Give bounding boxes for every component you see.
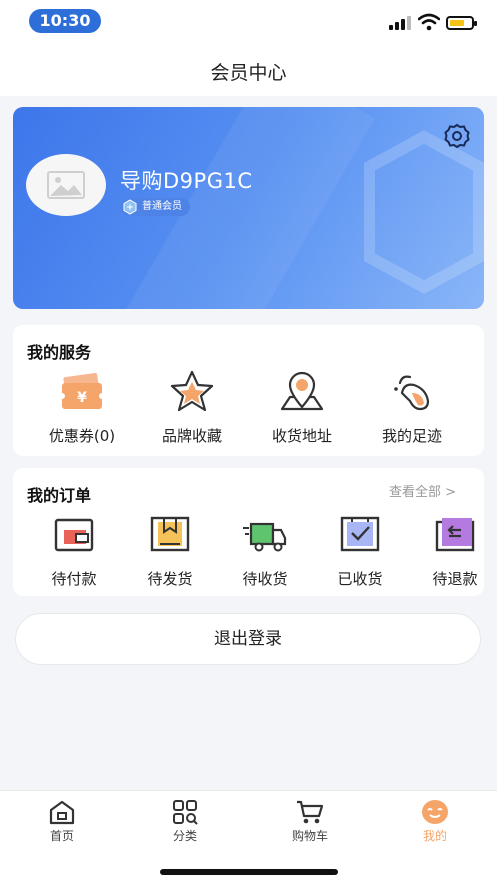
svg-text:¥: ¥ [77,390,87,406]
order-pending-refund[interactable]: 待退款 [400,510,484,594]
order-label: 待付款 [51,570,97,588]
logout-button[interactable]: 退出登录 [15,613,481,665]
my-orders-card: 我的订单 查看全部 > 待付款 待发货 待收货 已收货 待退款 [13,468,484,596]
view-all-orders-link[interactable]: 查看全部 > [389,481,456,500]
truck-icon [243,522,287,552]
order-label: 待退款 [432,570,478,588]
nav-header: 会员中心 [0,44,497,96]
tab-label: 首页 [49,829,74,843]
tab-category[interactable]: 分类 [145,799,225,845]
tab-label: 我的 [422,829,447,843]
orders-row: 待付款 待发货 待收货 已收货 待退款 [13,510,484,594]
service-label: 我的足迹 [381,427,442,445]
refund-icon [435,518,475,552]
image-placeholder-icon [47,171,85,199]
profile-card[interactable]: 导购D9PG1C 普通会员 [13,107,484,309]
status-bar: 10:30 [0,0,497,44]
service-brand-favorites[interactable]: 品牌收藏 [137,367,247,451]
order-received[interactable]: 已收货 [305,510,415,594]
tab-home[interactable]: 首页 [22,799,102,845]
service-label: 收货地址 [271,427,332,445]
tab-mine[interactable]: 我的 [395,799,475,845]
signal-icon [389,16,413,30]
service-coupon[interactable]: ¥ 优惠券(0) [27,367,137,451]
tab-cart[interactable]: 购物车 [270,799,350,845]
service-footprint[interactable]: 我的足迹 [357,367,467,451]
coupon-icon: ¥ [59,372,105,409]
home-indicator [160,869,338,875]
service-label: 优惠券(0) [48,427,116,445]
member-level-label: 普通会员 [142,201,182,212]
wifi-icon [418,13,440,31]
battery-icon [446,16,477,30]
service-label: 品牌收藏 [161,427,222,445]
footprint-icon [394,375,430,411]
order-pending-receipt[interactable]: 待收货 [210,510,320,594]
order-label: 待发货 [147,570,193,588]
settings-gear-icon[interactable] [444,123,470,149]
order-label: 已收货 [337,570,383,588]
cart-icon [297,800,324,824]
tab-label: 分类 [172,829,197,843]
location-pin-icon [280,371,324,411]
home-icon [49,800,75,825]
user-name: 导购D9PG1C [120,169,253,193]
order-pending-payment[interactable]: 待付款 [19,510,129,594]
star-icon [170,370,214,412]
page-title: 会员中心 [210,62,287,84]
order-pending-shipment[interactable]: 待发货 [115,510,225,594]
profile-face-icon [422,800,448,824]
services-title: 我的服务 [27,343,92,362]
package-icon [150,516,190,552]
member-level-badge: 普通会员 [120,198,190,216]
received-box-icon [340,516,380,552]
service-address[interactable]: 收货地址 [247,367,357,451]
order-label: 待收货 [242,570,288,588]
category-icon [173,800,198,825]
tab-label: 购物车 [291,829,328,843]
wallet-icon [54,518,94,552]
orders-title: 我的订单 [27,486,92,505]
status-time: 10:30 [29,9,101,33]
my-services-card: 我的服务 ¥ 优惠券(0) 品牌收藏 收货地址 我的足迹 [13,325,484,456]
diamond-badge-icon [123,199,137,215]
avatar[interactable] [26,154,106,216]
services-row: ¥ 优惠券(0) 品牌收藏 收货地址 我的足迹 [13,367,484,451]
hy-watermark-icon [364,130,484,294]
